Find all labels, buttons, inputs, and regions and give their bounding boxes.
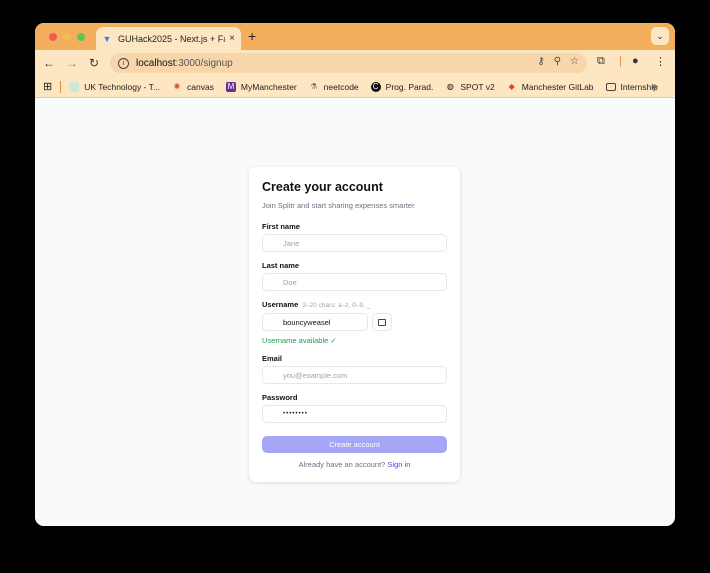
bookmark-spot-v2[interactable]: ◍ SPOT v2 <box>445 81 495 92</box>
spot-icon: ◍ <box>446 82 454 91</box>
bookmark-label: UK Technology - T... <box>84 81 160 92</box>
toolbar-divider: | <box>619 55 622 67</box>
bookmark-uk-technology[interactable]: UK Technology - T... <box>69 81 160 92</box>
first-name-input[interactable]: Jane <box>262 234 447 252</box>
last-name-input[interactable]: Doe <box>262 273 447 291</box>
shuffle-icon <box>378 318 386 326</box>
forward-arrow-icon[interactable]: → <box>64 54 80 72</box>
bookmark-mymanchester[interactable]: M MyManchester <box>225 81 297 92</box>
create-account-button[interactable]: Create account <box>262 436 447 453</box>
close-window-button[interactable] <box>49 33 57 41</box>
new-tab-button[interactable]: + <box>248 28 256 44</box>
username-hint: 3–20 chars: a–z, 0–9, _ <box>302 302 371 309</box>
extensions-puzzle-icon[interactable]: ⧉ <box>597 55 605 68</box>
address-bar[interactable]: i localhost:3000/signup ⚷ ⚲ ☆ <box>110 53 587 73</box>
signin-prompt-text: Already have an account? <box>298 460 386 469</box>
last-name-label: Last name <box>262 261 300 270</box>
email-input[interactable]: you@example.com <box>262 366 447 384</box>
page-content: Create your account Join Splitr and star… <box>35 99 675 526</box>
url-path: :3000/signup <box>175 57 233 69</box>
password-key-icon[interactable]: ⚷ <box>537 56 544 67</box>
profile-avatar-icon[interactable]: ● <box>632 55 639 67</box>
browser-window: ▼ GUHack2025 - Next.js + Fast × + ⌄ ← → … <box>35 23 675 526</box>
username-label: Username <box>262 300 299 309</box>
tab-title: GUHack2025 - Next.js + Fast <box>118 33 226 44</box>
tab-bar: ▼ GUHack2025 - Next.js + Fast × + ⌄ <box>35 23 675 50</box>
gitlab-icon: ◆ <box>508 82 515 91</box>
reload-icon[interactable]: ↻ <box>86 54 102 72</box>
signup-card: Create your account Join Splitr and star… <box>249 167 460 482</box>
address-bar-actions: ⚷ ⚲ ☆ <box>537 56 579 67</box>
bookmark-neetcode[interactable]: ⚗ neetcode <box>309 82 359 92</box>
generate-username-button[interactable] <box>372 313 392 331</box>
bookmark-manchester-gitlab[interactable]: ◆ Manchester GitLab <box>507 82 594 92</box>
folder-icon <box>605 82 616 91</box>
more-bookmarks-icon[interactable]: » <box>651 81 657 92</box>
canvas-icon: ✺ <box>173 82 181 91</box>
bookmark-label: Manchester GitLab <box>521 81 594 92</box>
username-input[interactable]: bouncyweasel <box>262 313 368 331</box>
page-subtitle: Join Splitr and start sharing expenses s… <box>262 201 415 210</box>
mymanchester-icon: M <box>225 81 236 92</box>
username-status: Username available ✓ <box>262 336 337 345</box>
email-label: Email <box>262 354 283 363</box>
url-text: localhost:3000/signup <box>136 58 233 69</box>
neetcode-icon: ⚗ <box>310 82 318 91</box>
uk-tech-icon <box>69 81 80 92</box>
password-label: Password <box>262 393 298 402</box>
bookmark-label: MyManchester <box>240 81 297 92</box>
minimize-window-button[interactable] <box>63 33 71 41</box>
password-input[interactable]: •••••••• <box>262 405 447 423</box>
prog-parad-icon: C <box>370 81 381 92</box>
tab-close-icon[interactable]: × <box>229 33 235 44</box>
page-title: Create your account <box>262 180 383 194</box>
bookmark-prog-parad[interactable]: C Prog. Parad. <box>370 81 434 92</box>
apps-grid-icon[interactable]: ⊞ <box>43 80 52 93</box>
zoom-window-button[interactable] <box>77 33 85 41</box>
first-name-label: First name <box>262 222 300 231</box>
bookmarks-bar: ⊞ UK Technology - T... ✺ canvas M MyManche… <box>35 76 675 98</box>
bookmark-star-icon[interactable]: ☆ <box>570 56 579 67</box>
bookmark-label: SPOT v2 <box>460 81 495 92</box>
url-host: localhost <box>136 57 176 69</box>
back-arrow-icon[interactable]: ← <box>41 54 57 72</box>
bookmark-canvas[interactable]: ✺ canvas <box>172 82 214 92</box>
bookmark-label: neetcode <box>323 81 359 92</box>
bookmark-label: canvas <box>186 81 214 92</box>
bookmark-internship[interactable]: Internship <box>605 82 658 92</box>
zoom-icon[interactable]: ⚲ <box>554 56 561 67</box>
browser-menu-icon[interactable]: ⋮ <box>655 55 666 68</box>
vite-favicon-icon: ▼ <box>102 33 112 44</box>
username-label-row: Username 3–20 chars: a–z, 0–9, _ <box>262 300 370 309</box>
tab-search-menu-icon[interactable]: ⌄ <box>651 27 669 45</box>
site-info-icon[interactable]: i <box>118 57 129 69</box>
browser-toolbar: ← → ↻ i localhost:3000/signup ⚷ ⚲ ☆ ⧉ | … <box>35 50 675 76</box>
active-tab[interactable]: ▼ GUHack2025 - Next.js + Fast × <box>96 27 241 50</box>
bookmarks-separator <box>60 80 62 93</box>
signin-link[interactable]: Sign in <box>387 460 410 469</box>
signin-prompt: Already have an account? Sign in <box>249 460 460 469</box>
bookmark-label: Prog. Parad. <box>385 81 434 92</box>
